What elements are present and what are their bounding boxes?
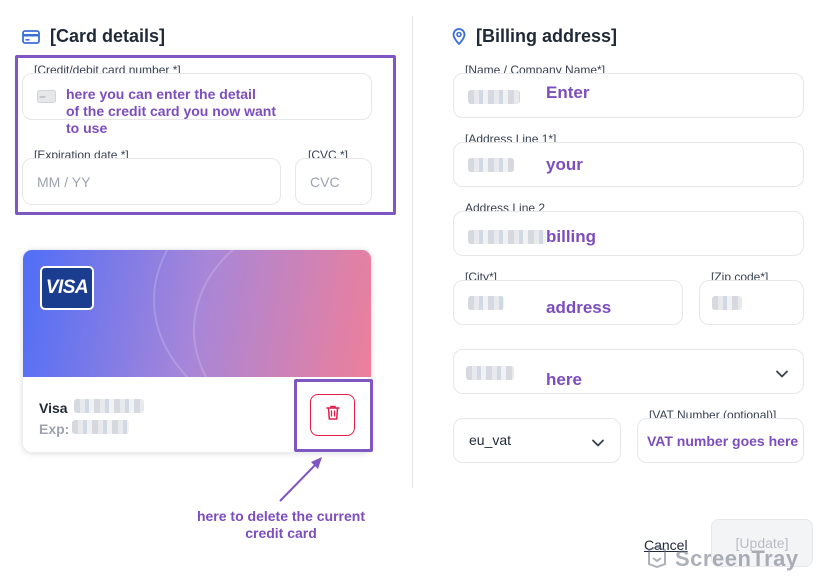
address2-annotation: billing bbox=[546, 227, 597, 246]
payment-modal: [Card details] [Credit/debit card number… bbox=[0, 0, 826, 585]
card-details-header: [Card details] bbox=[22, 26, 165, 47]
column-divider bbox=[412, 16, 413, 488]
name-annotation: Enter bbox=[546, 83, 590, 102]
watermark-text: ScreenTray bbox=[675, 546, 799, 571]
city-annotation: address bbox=[546, 298, 612, 317]
card-number-redacted bbox=[74, 399, 144, 413]
card-expiry-redacted bbox=[72, 420, 129, 434]
card-form-highlight bbox=[15, 55, 396, 215]
card-expiry: Exp: bbox=[39, 421, 70, 437]
address1-redacted bbox=[468, 158, 514, 172]
vat-number-annotation: VAT number goes here bbox=[647, 433, 799, 449]
name-redacted bbox=[468, 90, 520, 104]
billing-address-header: [Billing address] bbox=[452, 26, 617, 47]
card-brand: Visa bbox=[39, 400, 68, 416]
visa-logo: VISA bbox=[40, 266, 94, 310]
country-annotation: here bbox=[546, 370, 582, 389]
billing-address-title: [Billing address] bbox=[476, 26, 618, 46]
credit-card-icon bbox=[22, 29, 40, 44]
delete-annotation: here to delete the current credit card bbox=[196, 508, 366, 541]
country-redacted bbox=[466, 366, 514, 380]
zip-redacted bbox=[712, 296, 742, 310]
screentray-logo-icon bbox=[645, 544, 669, 574]
card-details-title: [Card details] bbox=[50, 26, 166, 46]
address1-annotation: your bbox=[546, 155, 583, 174]
card-visual: VISA bbox=[23, 250, 371, 377]
annotation-arrow bbox=[279, 457, 322, 502]
address2-redacted bbox=[468, 230, 546, 244]
city-redacted bbox=[468, 296, 504, 310]
delete-highlight bbox=[294, 379, 373, 452]
vat-type-value: eu_vat bbox=[469, 432, 512, 448]
screentray-watermark: ScreenTray bbox=[645, 544, 799, 574]
location-pin-icon bbox=[452, 28, 466, 45]
